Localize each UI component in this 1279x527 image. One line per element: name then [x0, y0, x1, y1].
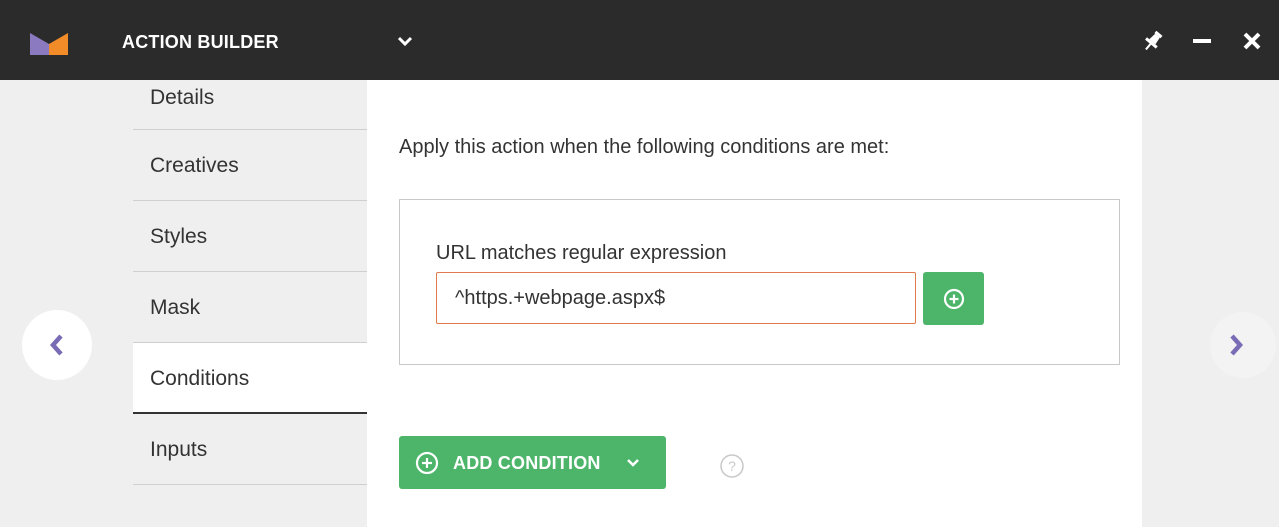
chevron-down-icon: [627, 459, 639, 467]
svg-text:?: ?: [728, 458, 736, 474]
sidebar-item-inputs[interactable]: Inputs: [133, 414, 367, 485]
sidebar-item-conditions[interactable]: Conditions: [133, 343, 367, 414]
chevron-down-icon[interactable]: [396, 34, 414, 48]
sidebar-item-label: Inputs: [150, 438, 208, 461]
app-title: ACTION BUILDER: [122, 32, 279, 52]
sidebar-item-mask[interactable]: Mask: [133, 272, 367, 343]
add-condition-button[interactable]: ADD CONDITION: [399, 436, 666, 489]
minimize-icon[interactable]: [1190, 29, 1214, 53]
sidebar-item-label: Mask: [150, 296, 201, 319]
sidebar-item-creatives[interactable]: Creatives: [133, 130, 367, 201]
prev-step-button[interactable]: [22, 310, 92, 380]
sidebar-item-styles[interactable]: Styles: [133, 201, 367, 272]
app-header: ACTION BUILDER: [0, 0, 1279, 80]
m-logo-icon: [30, 33, 68, 55]
plus-circle-icon: [943, 288, 964, 309]
pin-icon[interactable]: [1141, 29, 1165, 53]
conditions-panel: Apply this action when the following con…: [367, 80, 1142, 527]
condition-label: URL matches regular expression: [436, 242, 727, 264]
sidebar-item-label: Conditions: [150, 367, 250, 390]
sidebar-nav: Details Creatives Styles Mask Conditions…: [133, 80, 367, 485]
plus-circle-icon: [415, 451, 439, 475]
sidebar-item-label: Styles: [150, 225, 208, 248]
regex-input[interactable]: [436, 272, 916, 324]
next-step-button[interactable]: [1210, 312, 1276, 378]
add-subcondition-button[interactable]: [923, 272, 984, 325]
sidebar-item-label: Creatives: [150, 154, 239, 177]
close-icon[interactable]: [1240, 29, 1264, 53]
sidebar-item-details[interactable]: Details: [133, 80, 367, 130]
question-circle-icon[interactable]: ?: [719, 453, 745, 479]
chevron-left-icon: [49, 334, 63, 356]
sidebar-item-label: Details: [150, 86, 215, 109]
condition-card: URL matches regular expression: [399, 199, 1120, 365]
add-condition-label: ADD CONDITION: [453, 453, 601, 473]
chevron-right-icon: [1230, 334, 1244, 356]
conditions-intro: Apply this action when the following con…: [399, 136, 890, 158]
